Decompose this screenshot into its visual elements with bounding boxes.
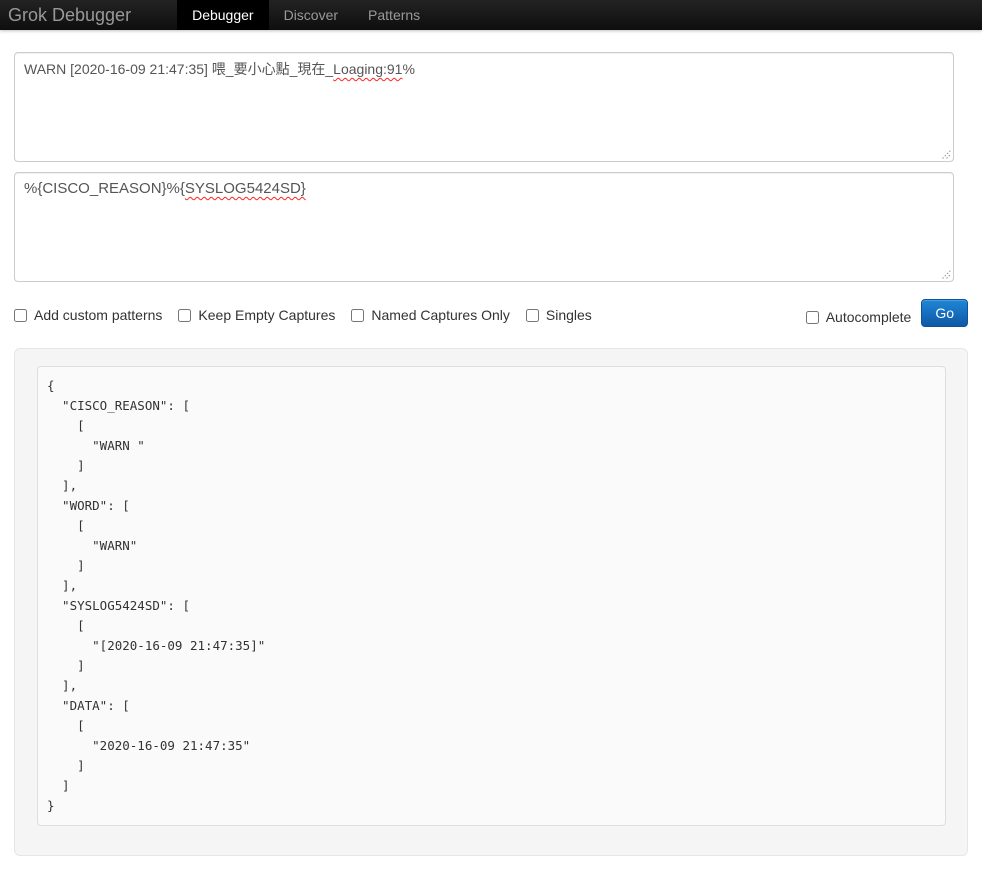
checkbox-keep-empty-captures[interactable]: Keep Empty Captures [178,307,335,323]
pattern-text-misspelled: SYSLOG5424SD} [184,180,306,197]
checkbox-named-captures-only[interactable]: Named Captures Only [351,307,510,323]
main-content: WARN [2020-16-09 21:47:35] 喂_要小心點_現在_Loa… [14,52,968,856]
nav-tabs: Debugger Discover Patterns [177,0,435,30]
log-text: WARN [2020-16-09 21:47:35] 喂_要小心點_現在_ [24,61,334,77]
autocomplete-label: Autocomplete [825,309,912,325]
log-sample-input[interactable]: WARN [2020-16-09 21:47:35] 喂_要小心點_現在_Loa… [14,52,954,162]
app-brand[interactable]: Grok Debugger [0,0,141,30]
singles-checkbox[interactable] [525,308,539,322]
result-json-output: { "CISCO_REASON": [ [ "WARN " ] ], "WORD… [37,366,946,826]
log-text-misspelled: Loaging:91 [333,61,403,77]
pattern-text: %{CISCO_REASON}%{ [24,180,185,197]
checkbox-singles[interactable]: Singles [525,307,592,323]
autocomplete-checkbox[interactable] [805,310,819,324]
singles-label: Singles [545,307,592,323]
resize-handle-icon[interactable] [941,149,951,159]
keep-empty-captures-label: Keep Empty Captures [198,307,336,323]
add-custom-patterns-checkbox[interactable] [14,308,27,322]
keep-empty-captures-checkbox[interactable] [178,308,192,322]
named-captures-only-checkbox[interactable] [351,308,365,322]
options-row: Add custom patterns Keep Empty Captures … [14,299,968,330]
add-custom-patterns-label: Add custom patterns [34,307,163,323]
tab-debugger[interactable]: Debugger [177,0,269,30]
resize-handle-icon[interactable] [941,269,951,279]
log-text-tail: % [402,61,415,77]
tab-patterns[interactable]: Patterns [353,0,435,30]
tab-discover[interactable]: Discover [269,0,353,30]
named-captures-only-label: Named Captures Only [371,307,510,323]
navbar: Grok Debugger Debugger Discover Patterns [0,0,982,30]
checkbox-add-custom-patterns[interactable]: Add custom patterns [14,307,162,323]
result-panel: { "CISCO_REASON": [ [ "WARN " ] ], "WORD… [14,348,968,856]
go-button[interactable]: Go [921,299,968,327]
checkbox-autocomplete[interactable]: Autocomplete [805,309,912,325]
options-right-group: Autocomplete Go [805,299,968,327]
app-brand-label: Grok Debugger [8,5,132,25]
grok-pattern-input[interactable]: %{CISCO_REASON}%{SYSLOG5424SD} [14,172,954,282]
